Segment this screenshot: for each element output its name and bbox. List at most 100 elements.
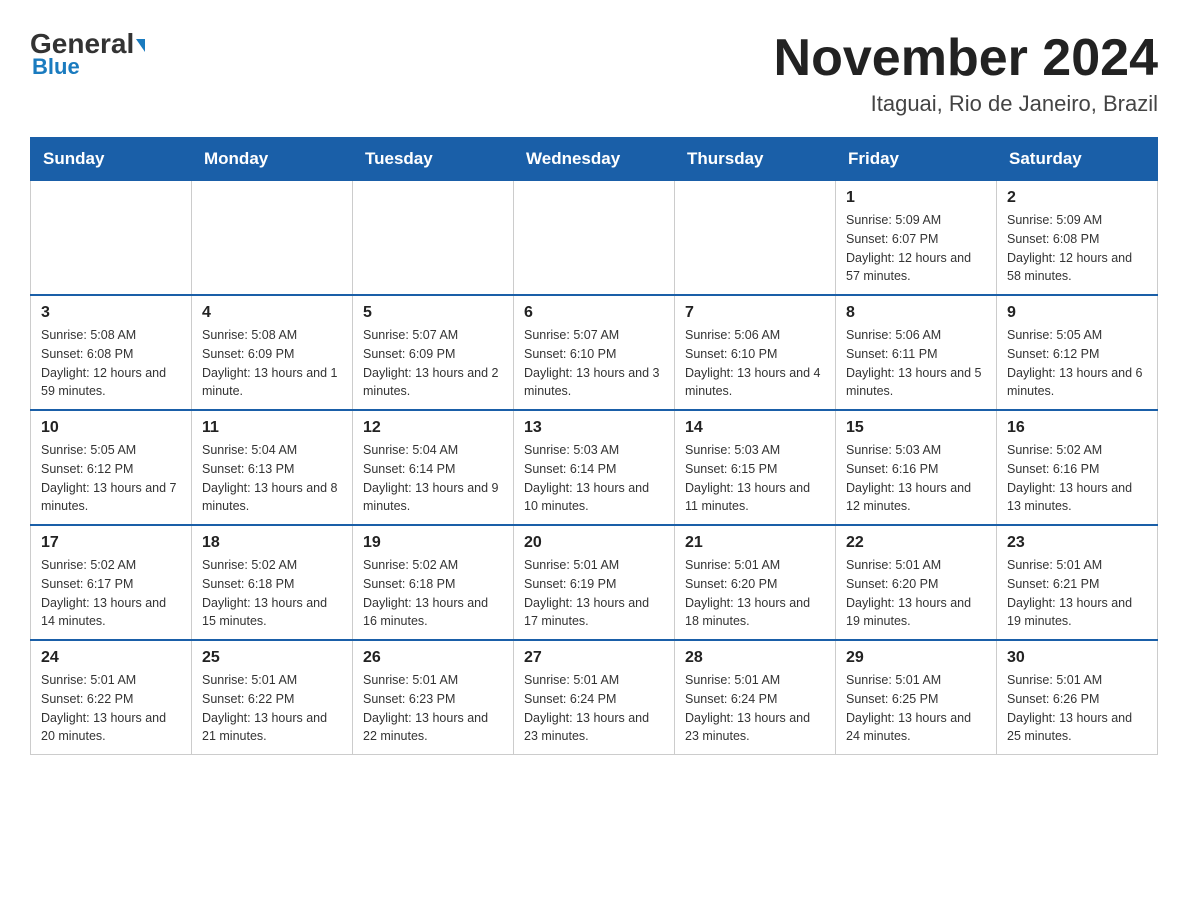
day-of-week-header: Friday <box>836 138 997 180</box>
calendar-day-cell: 17Sunrise: 5:02 AMSunset: 6:17 PMDayligh… <box>31 525 192 640</box>
day-info: Sunrise: 5:01 AMSunset: 6:23 PMDaylight:… <box>363 671 503 746</box>
calendar-day-cell: 20 Sunrise: 5:01 AMSunset: 6:19 PMDayligh… <box>514 525 675 640</box>
day-number: 27 <box>524 649 664 667</box>
calendar-day-cell <box>31 180 192 295</box>
day-of-week-header: Saturday <box>997 138 1158 180</box>
calendar-day-cell: 4 Sunrise: 5:08 AMSunset: 6:09 PMDaylight… <box>192 295 353 410</box>
calendar-day-cell: 16Sunrise: 5:02 AMSunset: 6:16 PMDayligh… <box>997 410 1158 525</box>
day-number: 15 <box>846 419 986 437</box>
logo-blue: Blue <box>30 54 80 80</box>
day-number: 2 <box>1007 189 1147 207</box>
calendar-day-cell <box>192 180 353 295</box>
day-number: 23 <box>1007 534 1147 552</box>
day-number: 4 <box>202 304 342 322</box>
day-number: 24 <box>41 649 181 667</box>
day-number: 20 <box>524 534 664 552</box>
calendar-week-row: 3 Sunrise: 5:08 AMSunset: 6:08 PMDaylight… <box>31 295 1158 410</box>
calendar-day-cell: 10 Sunrise: 5:05 AMSunset: 6:12 PMDayligh… <box>31 410 192 525</box>
day-number: 21 <box>685 534 825 552</box>
day-info: Sunrise: 5:02 AMSunset: 6:18 PMDaylight:… <box>202 556 342 631</box>
month-title: November 2024 <box>774 30 1158 87</box>
day-number: 29 <box>846 649 986 667</box>
day-info: Sunrise: 5:05 AMSunset: 6:12 PMDaylight:… <box>1007 326 1147 401</box>
calendar-day-cell: 24 Sunrise: 5:01 AMSunset: 6:22 PMDayligh… <box>31 640 192 755</box>
day-info: Sunrise: 5:01 AMSunset: 6:26 PMDaylight:… <box>1007 671 1147 746</box>
day-info: Sunrise: 5:01 AMSunset: 6:21 PMDaylight:… <box>1007 556 1147 631</box>
location: Itaguai, Rio de Janeiro, Brazil <box>774 91 1158 117</box>
calendar-week-row: 10 Sunrise: 5:05 AMSunset: 6:12 PMDayligh… <box>31 410 1158 525</box>
day-number: 22 <box>846 534 986 552</box>
calendar-day-cell: 13 Sunrise: 5:03 AMSunset: 6:14 PMDayligh… <box>514 410 675 525</box>
calendar-header-row: SundayMondayTuesdayWednesdayThursdayFrid… <box>31 138 1158 180</box>
day-info: Sunrise: 5:03 AMSunset: 6:15 PMDaylight:… <box>685 441 825 516</box>
day-number: 26 <box>363 649 503 667</box>
calendar-day-cell: 18Sunrise: 5:02 AMSunset: 6:18 PMDayligh… <box>192 525 353 640</box>
day-info: Sunrise: 5:01 AMSunset: 6:22 PMDaylight:… <box>41 671 181 746</box>
calendar-day-cell: 15 Sunrise: 5:03 AMSunset: 6:16 PMDayligh… <box>836 410 997 525</box>
calendar-day-cell: 30 Sunrise: 5:01 AMSunset: 6:26 PMDayligh… <box>997 640 1158 755</box>
day-of-week-header: Tuesday <box>353 138 514 180</box>
day-info: Sunrise: 5:01 AMSunset: 6:24 PMDaylight:… <box>685 671 825 746</box>
day-info: Sunrise: 5:01 AMSunset: 6:19 PMDaylight:… <box>524 556 664 631</box>
day-of-week-header: Sunday <box>31 138 192 180</box>
calendar-day-cell: 6 Sunrise: 5:07 AMSunset: 6:10 PMDaylight… <box>514 295 675 410</box>
day-info: Sunrise: 5:03 AMSunset: 6:16 PMDaylight:… <box>846 441 986 516</box>
title-block: November 2024 Itaguai, Rio de Janeiro, B… <box>774 30 1158 117</box>
logo: General Blue <box>30 30 145 80</box>
day-number: 9 <box>1007 304 1147 322</box>
day-number: 17 <box>41 534 181 552</box>
day-number: 3 <box>41 304 181 322</box>
day-number: 14 <box>685 419 825 437</box>
calendar-day-cell: 3 Sunrise: 5:08 AMSunset: 6:08 PMDaylight… <box>31 295 192 410</box>
calendar-day-cell: 7 Sunrise: 5:06 AMSunset: 6:10 PMDaylight… <box>675 295 836 410</box>
day-of-week-header: Wednesday <box>514 138 675 180</box>
day-number: 28 <box>685 649 825 667</box>
calendar-day-cell: 2 Sunrise: 5:09 AMSunset: 6:08 PMDaylight… <box>997 180 1158 295</box>
day-info: Sunrise: 5:09 AMSunset: 6:08 PMDaylight:… <box>1007 211 1147 286</box>
day-number: 25 <box>202 649 342 667</box>
calendar-day-cell <box>514 180 675 295</box>
day-info: Sunrise: 5:01 AMSunset: 6:20 PMDaylight:… <box>846 556 986 631</box>
calendar-day-cell: 9 Sunrise: 5:05 AMSunset: 6:12 PMDaylight… <box>997 295 1158 410</box>
day-info: Sunrise: 5:01 AMSunset: 6:20 PMDaylight:… <box>685 556 825 631</box>
day-info: Sunrise: 5:09 AMSunset: 6:07 PMDaylight:… <box>846 211 986 286</box>
page-header: General Blue November 2024 Itaguai, Rio … <box>30 30 1158 117</box>
calendar-day-cell: 12 Sunrise: 5:04 AMSunset: 6:14 PMDayligh… <box>353 410 514 525</box>
calendar-day-cell: 11Sunrise: 5:04 AMSunset: 6:13 PMDayligh… <box>192 410 353 525</box>
day-info: Sunrise: 5:07 AMSunset: 6:09 PMDaylight:… <box>363 326 503 401</box>
day-number: 10 <box>41 419 181 437</box>
calendar-day-cell: 29Sunrise: 5:01 AMSunset: 6:25 PMDayligh… <box>836 640 997 755</box>
day-info: Sunrise: 5:08 AMSunset: 6:09 PMDaylight:… <box>202 326 342 401</box>
calendar-day-cell: 8Sunrise: 5:06 AMSunset: 6:11 PMDaylight… <box>836 295 997 410</box>
day-number: 11 <box>202 419 342 437</box>
day-info: Sunrise: 5:07 AMSunset: 6:10 PMDaylight:… <box>524 326 664 401</box>
day-info: Sunrise: 5:02 AMSunset: 6:18 PMDaylight:… <box>363 556 503 631</box>
day-number: 6 <box>524 304 664 322</box>
day-of-week-header: Thursday <box>675 138 836 180</box>
day-number: 12 <box>363 419 503 437</box>
day-info: Sunrise: 5:04 AMSunset: 6:14 PMDaylight:… <box>363 441 503 516</box>
calendar-day-cell <box>675 180 836 295</box>
calendar-week-row: 24 Sunrise: 5:01 AMSunset: 6:22 PMDayligh… <box>31 640 1158 755</box>
calendar-day-cell: 27Sunrise: 5:01 AMSunset: 6:24 PMDayligh… <box>514 640 675 755</box>
day-info: Sunrise: 5:08 AMSunset: 6:08 PMDaylight:… <box>41 326 181 401</box>
calendar-table: SundayMondayTuesdayWednesdayThursdayFrid… <box>30 137 1158 755</box>
day-info: Sunrise: 5:06 AMSunset: 6:10 PMDaylight:… <box>685 326 825 401</box>
day-number: 7 <box>685 304 825 322</box>
calendar-day-cell <box>353 180 514 295</box>
day-number: 16 <box>1007 419 1147 437</box>
calendar-day-cell: 25Sunrise: 5:01 AMSunset: 6:22 PMDayligh… <box>192 640 353 755</box>
calendar-day-cell: 26 Sunrise: 5:01 AMSunset: 6:23 PMDayligh… <box>353 640 514 755</box>
calendar-day-cell: 5 Sunrise: 5:07 AMSunset: 6:09 PMDaylight… <box>353 295 514 410</box>
day-of-week-header: Monday <box>192 138 353 180</box>
day-info: Sunrise: 5:03 AMSunset: 6:14 PMDaylight:… <box>524 441 664 516</box>
day-number: 30 <box>1007 649 1147 667</box>
calendar-day-cell: 21 Sunrise: 5:01 AMSunset: 6:20 PMDayligh… <box>675 525 836 640</box>
calendar-day-cell: 23 Sunrise: 5:01 AMSunset: 6:21 PMDayligh… <box>997 525 1158 640</box>
day-info: Sunrise: 5:05 AMSunset: 6:12 PMDaylight:… <box>41 441 181 516</box>
calendar-week-row: 1Sunrise: 5:09 AMSunset: 6:07 PMDaylight… <box>31 180 1158 295</box>
day-number: 5 <box>363 304 503 322</box>
day-number: 19 <box>363 534 503 552</box>
day-number: 8 <box>846 304 986 322</box>
day-number: 13 <box>524 419 664 437</box>
